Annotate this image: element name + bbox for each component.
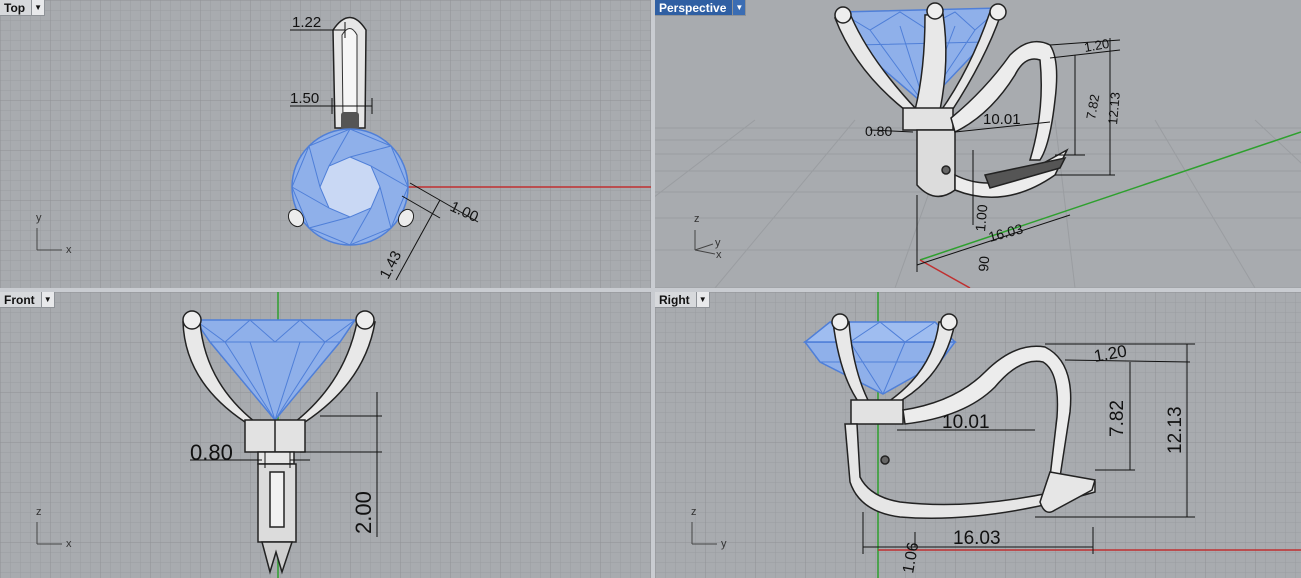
- dim-total-height: 12.13: [1165, 406, 1186, 454]
- perspective-viewport-canvas: 1.20 7.82 12.13 10.01 0.80 16.03 1.00 90…: [655, 0, 1301, 288]
- caret-down-icon[interactable]: ▼: [40, 292, 54, 307]
- axis-label-vertical: y: [36, 212, 42, 224]
- dim-mount-depth: 10.01: [942, 412, 990, 433]
- dim-wire-thickness: 0.80: [865, 123, 892, 139]
- top-viewport-canvas: 1.22 1.50 1.00 1.43 y x: [0, 0, 651, 288]
- dim-hook-gap: 1.00: [972, 204, 990, 233]
- rhino-viewport-layout: Top ▼ 1.22 1.50 1.00 1.43 y x Perspectiv…: [0, 0, 1301, 578]
- dim-angle: 90: [975, 255, 992, 272]
- axis-label-z: z: [694, 213, 700, 225]
- dim-total-height: 12.13: [1105, 92, 1123, 126]
- dim-bail-width: 1.22: [292, 14, 321, 31]
- viewport-title: Perspective: [659, 0, 727, 15]
- viewport-title: Right: [659, 292, 690, 307]
- right-viewport-tab[interactable]: Right ▼: [655, 292, 710, 308]
- caret-down-icon[interactable]: ▼: [695, 292, 709, 307]
- axis-label-y: y: [715, 237, 721, 249]
- top-viewport[interactable]: Top ▼ 1.22 1.50 1.00 1.43 y x: [0, 0, 651, 288]
- dim-bail-gap: 1.50: [290, 90, 319, 107]
- dim-bail-drop: 2.00: [351, 491, 376, 534]
- top-viewport-tab[interactable]: Top ▼: [0, 0, 46, 16]
- pendant-bail: [332, 16, 367, 130]
- viewport-title: Front: [4, 292, 35, 307]
- dim-mount-depth: 10.01: [983, 111, 1021, 128]
- viewport-title: Top: [4, 0, 26, 15]
- axis-label-horizontal: x: [66, 244, 72, 256]
- front-viewport-canvas: 0.80 2.00 z x: [0, 292, 651, 578]
- dim-total-length: 16.03: [953, 528, 1001, 549]
- axis-label-horizontal: x: [66, 538, 72, 550]
- gem-top: [291, 128, 409, 246]
- axis-label-x: x: [716, 249, 722, 261]
- right-viewport[interactable]: Right ▼ 1.20 7.82 12.13 10.01 16.03 1.06…: [655, 292, 1301, 578]
- front-viewport[interactable]: Front ▼ 0.80 2.00 z x: [0, 292, 651, 578]
- caret-down-icon[interactable]: ▼: [732, 0, 746, 15]
- front-viewport-tab[interactable]: Front ▼: [0, 292, 55, 308]
- axis-label-vertical: z: [691, 506, 697, 518]
- caret-down-icon[interactable]: ▼: [31, 0, 45, 15]
- perspective-viewport-tab[interactable]: Perspective ▼: [655, 0, 747, 16]
- dim-loop-height: 7.82: [1107, 400, 1128, 437]
- perspective-viewport[interactable]: Perspective ▼ 1.20 7.82 12.13 10.01 0.80…: [655, 0, 1301, 288]
- axis-label-vertical: z: [36, 506, 42, 518]
- right-viewport-canvas: 1.20 7.82 12.13 10.01 16.03 1.06 z y: [655, 292, 1301, 578]
- axis-label-horizontal: y: [721, 538, 727, 550]
- dim-wire-thickness: 0.80: [190, 440, 233, 465]
